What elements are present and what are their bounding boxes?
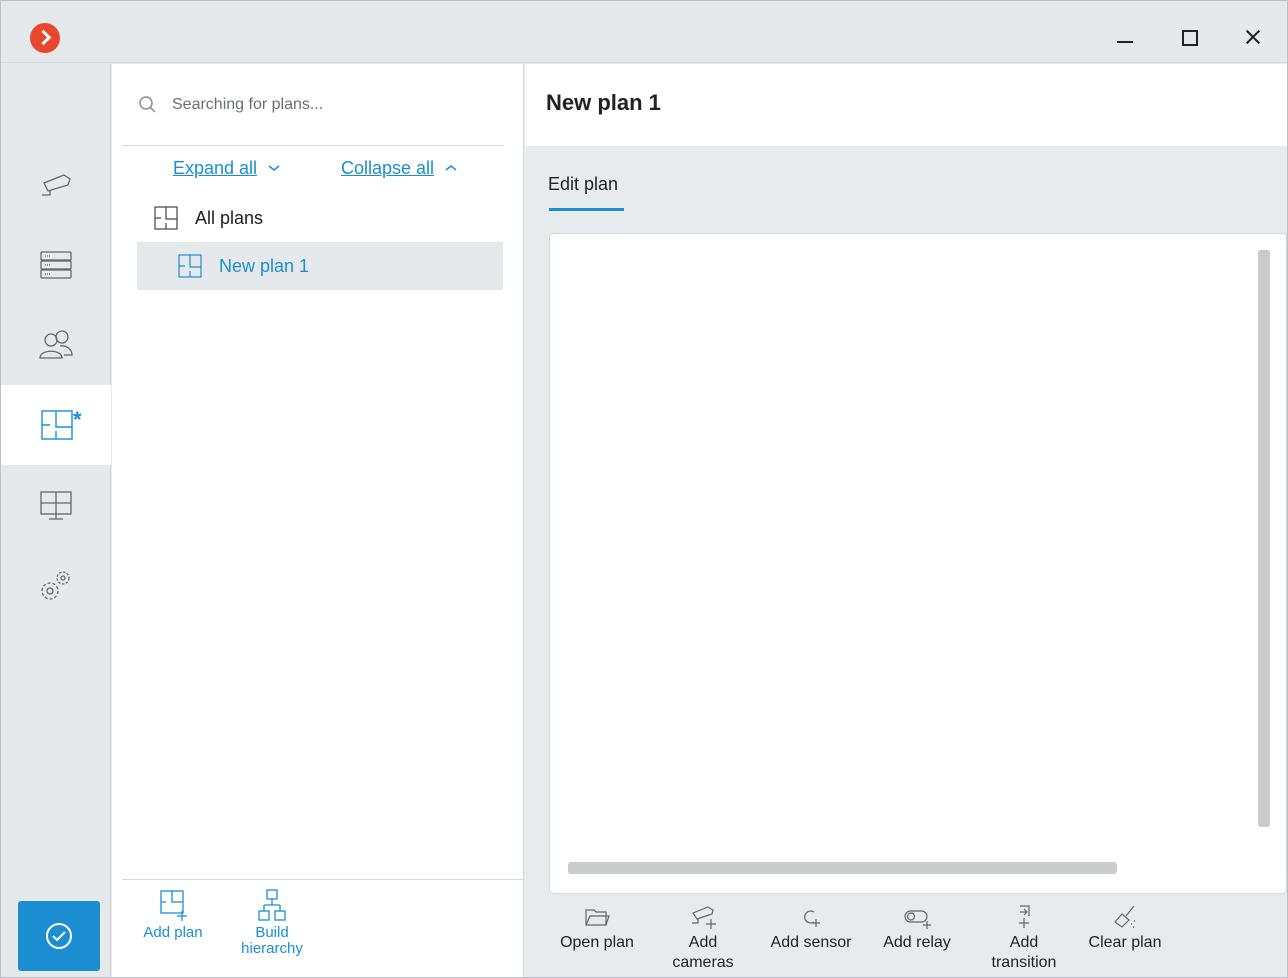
apply-button[interactable]	[18, 901, 100, 971]
tree-item-label: All plans	[195, 207, 264, 228]
hierarchy-icon	[258, 889, 286, 921]
monitor-icon	[40, 491, 72, 520]
search-icon	[139, 96, 156, 113]
add-relay-icon	[904, 910, 931, 929]
nav-item-users[interactable]	[1, 305, 111, 385]
main-header: New plan 1	[525, 64, 1287, 146]
add-cameras-label-1: Add	[688, 934, 718, 951]
app-window: * Searching for plans... Expand all Coll…	[0, 0, 1288, 978]
tab-active-indicator	[549, 208, 624, 211]
add-relay-label: Add relay	[883, 934, 951, 951]
add-cameras-button[interactable]: Add cameras	[665, 902, 741, 973]
collapse-all-link[interactable]: Collapse all	[341, 156, 458, 180]
open-plan-label: Open plan	[560, 934, 634, 951]
app-logo-icon	[30, 23, 60, 53]
server-icon	[40, 251, 72, 279]
broom-icon	[1114, 905, 1135, 928]
build-hierarchy-button[interactable]: Build hierarchy	[234, 887, 310, 957]
add-sensor-button[interactable]: Add sensor	[766, 902, 856, 953]
chevron-down-icon	[268, 165, 280, 171]
checkmark-circle-icon	[46, 923, 72, 949]
tree-item-new-plan-1[interactable]: New plan 1	[137, 242, 503, 290]
add-camera-icon	[692, 906, 716, 929]
horizontal-scrollbar[interactable]	[568, 862, 1117, 874]
add-sensor-label: Add sensor	[770, 934, 852, 951]
tab-edit-plan[interactable]: Edit plan	[548, 174, 618, 195]
open-plan-button[interactable]: Open plan	[555, 902, 639, 953]
expand-all-link[interactable]: Expand all	[173, 156, 281, 180]
vertical-scrollbar[interactable]	[1258, 250, 1270, 827]
add-sensor-icon	[804, 910, 820, 927]
search-box	[122, 64, 504, 146]
add-plan-icon	[160, 890, 187, 921]
close-button[interactable]	[1231, 19, 1275, 55]
camera-icon	[42, 174, 71, 196]
plans-panel: Expand all Collapse all All plans New pl…	[112, 64, 524, 977]
clear-plan-button[interactable]: Clear plan	[1083, 902, 1167, 953]
folder-icon	[585, 909, 610, 926]
add-transition-label-1: Add	[1009, 934, 1039, 951]
maximize-button[interactable]	[1167, 19, 1211, 55]
tree-item-all-plans[interactable]: All plans	[152, 194, 512, 242]
add-plan-button[interactable]: Add plan	[138, 887, 208, 941]
title-bar	[1, 1, 1287, 63]
page-title: New plan 1	[546, 90, 661, 115]
footer-divider	[122, 879, 524, 880]
nav-rail: *	[1, 64, 111, 977]
collapse-all-label: Collapse all	[341, 157, 435, 178]
plan-icon	[178, 254, 202, 278]
modified-indicator: *	[73, 407, 82, 432]
add-plan-label: Add plan	[143, 924, 203, 941]
clear-plan-label: Clear plan	[1088, 934, 1162, 951]
build-hierarchy-label-1: Build	[255, 924, 289, 941]
minimize-button[interactable]	[1103, 19, 1147, 55]
nav-item-cameras[interactable]	[1, 145, 111, 225]
plan-canvas[interactable]	[549, 233, 1287, 894]
nav-item-plans[interactable]: *	[1, 385, 111, 465]
chevron-up-icon	[445, 165, 457, 171]
search-input[interactable]	[172, 88, 492, 122]
nav-item-monitors[interactable]	[1, 465, 111, 545]
gears-icon	[41, 571, 70, 600]
add-cameras-label-2: cameras	[672, 954, 734, 971]
nav-item-settings[interactable]	[1, 545, 111, 625]
add-transition-icon	[1019, 905, 1030, 928]
tree-item-label: New plan 1	[219, 255, 310, 276]
nav-item-servers[interactable]	[1, 225, 111, 305]
add-relay-button[interactable]: Add relay	[877, 902, 957, 953]
main-area: New plan 1 Edit plan Open plan Add camer…	[525, 64, 1287, 977]
add-transition-label-2: transition	[991, 954, 1057, 971]
plan-icon	[154, 206, 178, 230]
plan-icon	[41, 410, 73, 440]
add-transition-button[interactable]: Add transition	[983, 902, 1065, 973]
build-hierarchy-label-2: hierarchy	[241, 940, 303, 957]
users-icon	[39, 330, 73, 359]
expand-all-label: Expand all	[173, 157, 258, 178]
plan-toolbar: Open plan Add cameras Add sensor Add rel…	[525, 902, 1287, 977]
